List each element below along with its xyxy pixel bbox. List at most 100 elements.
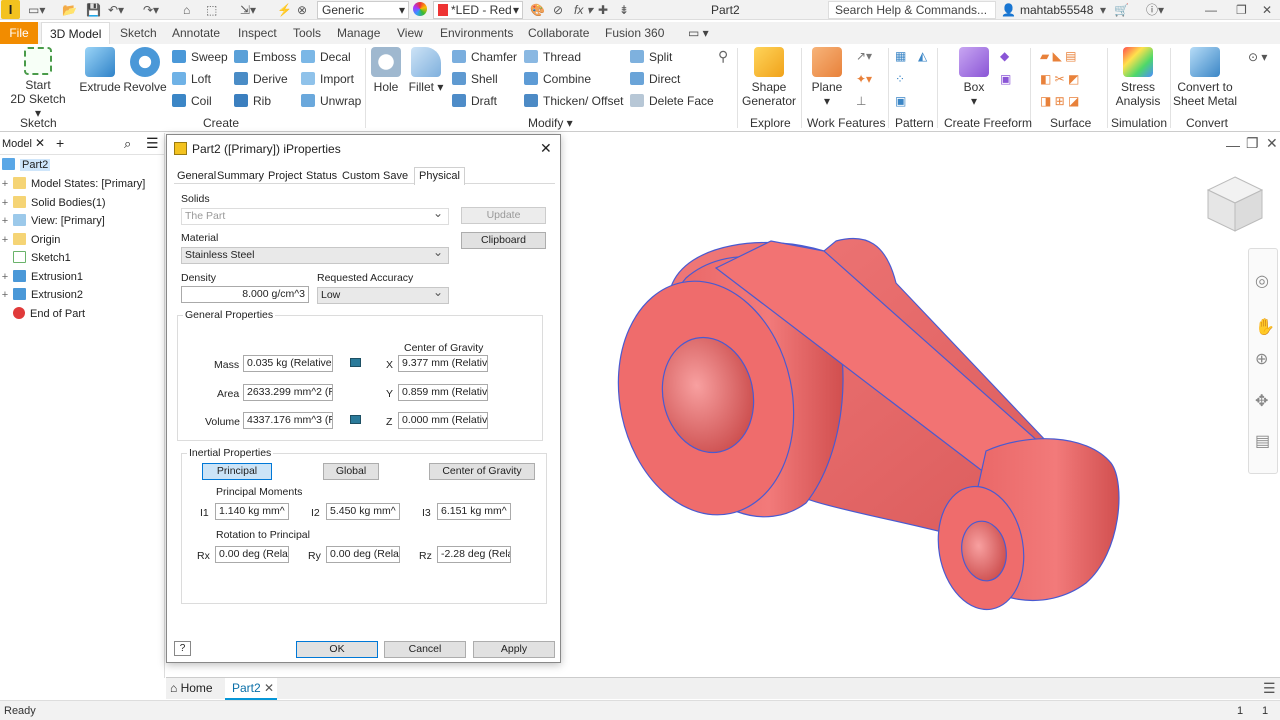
tab-tools[interactable]: Tools xyxy=(293,25,321,41)
return-icon[interactable]: ⇲▾ xyxy=(240,2,256,18)
close-icon[interactable]: ✕ xyxy=(264,681,274,695)
sweep-button[interactable]: Sweep xyxy=(172,50,228,64)
orbit-icon[interactable]: ✥ xyxy=(1255,391,1268,411)
rib-button[interactable]: Rib xyxy=(234,94,271,108)
tree-item-view[interactable]: + View: [Primary] xyxy=(0,214,105,228)
expand-icon[interactable]: + xyxy=(0,196,10,210)
tab-summary[interactable]: Summary xyxy=(217,170,264,183)
search-icon[interactable]: ⌕ xyxy=(124,136,131,152)
principal-button[interactable]: Principal xyxy=(202,463,272,480)
tree-item-solid-bodies[interactable]: + Solid Bodies(1) xyxy=(0,196,106,210)
expand-icon[interactable]: + xyxy=(0,233,10,247)
tab-status[interactable]: Status xyxy=(306,170,337,183)
group-modify-label[interactable]: Modify ▾ xyxy=(528,116,573,130)
patch-icon[interactable]: ◧ ✂ ◩ xyxy=(1040,72,1079,86)
user-name[interactable]: mahtab55548 xyxy=(1020,3,1093,17)
axis-icon[interactable]: ↗▾ xyxy=(856,49,872,63)
expand-icon[interactable]: + xyxy=(0,288,10,302)
chamfer-button[interactable]: Chamfer xyxy=(452,50,517,64)
tab-environments[interactable]: Environments xyxy=(440,25,513,41)
derive-button[interactable]: Derive xyxy=(234,72,288,86)
help-icon[interactable]: ⓘ▾ xyxy=(1146,2,1164,18)
rx-field[interactable]: 0.00 deg (Relat xyxy=(215,546,289,563)
tab-sketch[interactable]: Sketch xyxy=(120,25,157,41)
help-icon[interactable]: ? xyxy=(174,641,191,656)
part2-tab[interactable]: Part2 ✕ xyxy=(225,678,277,700)
ok-button[interactable]: OK xyxy=(296,641,378,658)
pin-icon[interactable]: ⚲ xyxy=(718,48,728,65)
volume-field[interactable]: 4337.176 mm^3 (R xyxy=(243,412,333,429)
shell-button[interactable]: Shell xyxy=(452,72,498,86)
tab-annotate[interactable]: Annotate xyxy=(172,25,220,41)
tab-file[interactable]: File xyxy=(0,22,38,44)
emboss-button[interactable]: Emboss xyxy=(234,50,296,64)
ucs-icon[interactable]: ⊥ xyxy=(856,94,866,108)
mass-field[interactable]: 0.035 kg (Relative xyxy=(243,355,333,372)
cog-x-field[interactable]: 9.377 mm (Relative xyxy=(398,355,488,372)
close-icon[interactable]: ✕ xyxy=(1262,2,1272,18)
expand-icon[interactable]: + xyxy=(0,177,10,191)
appearance-dropdown[interactable]: Generic ▾ xyxy=(317,1,409,19)
shape-generator-button[interactable]: Shape Generator xyxy=(740,47,798,108)
tab-view[interactable]: View xyxy=(397,25,423,41)
zoom-icon[interactable]: ⊕ xyxy=(1255,349,1268,369)
menu-icon[interactable]: ☰ xyxy=(146,135,159,152)
tab-collaborate[interactable]: Collaborate xyxy=(528,25,589,41)
measure-icon[interactable]: ⊗ xyxy=(297,2,307,18)
graphics-viewport[interactable]: — ❐ ✕ xyxy=(566,133,1280,678)
hole-button[interactable]: Hole xyxy=(369,47,403,94)
i3-field[interactable]: 6.151 kg mm^ xyxy=(437,503,511,520)
tab-menu-icon[interactable]: ☰ xyxy=(1263,680,1276,697)
parameters-icon[interactable]: fx ▾ xyxy=(574,2,593,18)
browser-tab-model[interactable]: Model xyxy=(2,138,32,150)
delete-face-button[interactable]: Delete Face xyxy=(630,94,714,108)
cog-y-field[interactable]: 0.859 mm (Relative xyxy=(398,384,488,401)
apply-button[interactable]: Apply xyxy=(473,641,555,658)
appearance-icon[interactable] xyxy=(413,2,427,16)
freeform-convert-icon[interactable]: ▣ xyxy=(1000,72,1011,86)
rz-field[interactable]: -2.28 deg (Rela xyxy=(437,546,511,563)
tab-manage[interactable]: Manage xyxy=(337,25,380,41)
add-icon[interactable]: + xyxy=(56,135,64,151)
i2-field[interactable]: 5.450 kg mm^ xyxy=(326,503,400,520)
pan-icon[interactable]: ✋ xyxy=(1255,317,1275,337)
sketch-pattern-icon[interactable]: ▣ xyxy=(895,94,906,108)
user-icon[interactable]: 👤 xyxy=(1001,2,1016,18)
select-icon[interactable]: ⬚ xyxy=(206,2,217,18)
center-of-gravity-button[interactable]: Center of Gravity xyxy=(429,463,535,480)
tree-item-part2[interactable]: Part2 xyxy=(0,158,51,172)
new-file-icon[interactable]: ▭▾ xyxy=(28,2,45,18)
point-icon[interactable]: ✦▾ xyxy=(856,72,872,86)
save-icon[interactable]: 💾 xyxy=(86,2,101,18)
ribbon-options-icon[interactable]: ⊙ ▾ xyxy=(1248,50,1267,64)
plane-button[interactable]: Plane ▾ xyxy=(806,47,848,108)
tab-inspect[interactable]: Inspect xyxy=(238,25,277,41)
update-button[interactable]: Update xyxy=(461,207,546,224)
minimize-icon[interactable]: — xyxy=(1205,2,1217,18)
fillet-button[interactable]: Fillet ▾ xyxy=(408,47,444,94)
restore-icon[interactable]: ❐ xyxy=(1236,2,1247,18)
solids-dropdown[interactable]: The Part xyxy=(181,206,449,225)
cancel-button[interactable]: Cancel xyxy=(384,641,466,658)
ry-field[interactable]: 0.00 deg (Relat xyxy=(326,546,400,563)
tab-project[interactable]: Project xyxy=(268,170,302,183)
look-at-icon[interactable]: ▤ xyxy=(1255,431,1270,451)
start-sketch-button[interactable]: Start 2D Sketch ▾ xyxy=(8,47,68,120)
open-icon[interactable]: 📂 xyxy=(62,2,77,18)
steering-wheel-icon[interactable]: ◎ xyxy=(1255,271,1269,291)
decal-button[interactable]: Decal xyxy=(301,50,351,64)
accuracy-dropdown[interactable]: Low xyxy=(317,285,449,304)
home-tab[interactable]: ⌂ Home xyxy=(170,681,213,695)
thread-button[interactable]: Thread xyxy=(524,50,581,64)
part-model[interactable] xyxy=(566,133,1280,678)
density-field[interactable]: 8.000 g/cm^3 xyxy=(181,286,309,303)
home-icon[interactable]: ⌂ xyxy=(183,2,190,18)
draft-button[interactable]: Draft xyxy=(452,94,497,108)
tree-item-model-states[interactable]: + Model States: [Primary] xyxy=(0,177,145,191)
clipboard-button[interactable]: Clipboard xyxy=(461,232,546,249)
freeform-face-icon[interactable]: ◆ xyxy=(1000,49,1009,63)
tree-item-origin[interactable]: + Origin xyxy=(0,233,60,247)
search-input[interactable]: Search Help & Commands... xyxy=(828,1,996,19)
trim-icon[interactable]: ◨ ⊞ ◪ xyxy=(1040,94,1079,108)
extrude-button[interactable]: Extrude xyxy=(78,47,122,94)
